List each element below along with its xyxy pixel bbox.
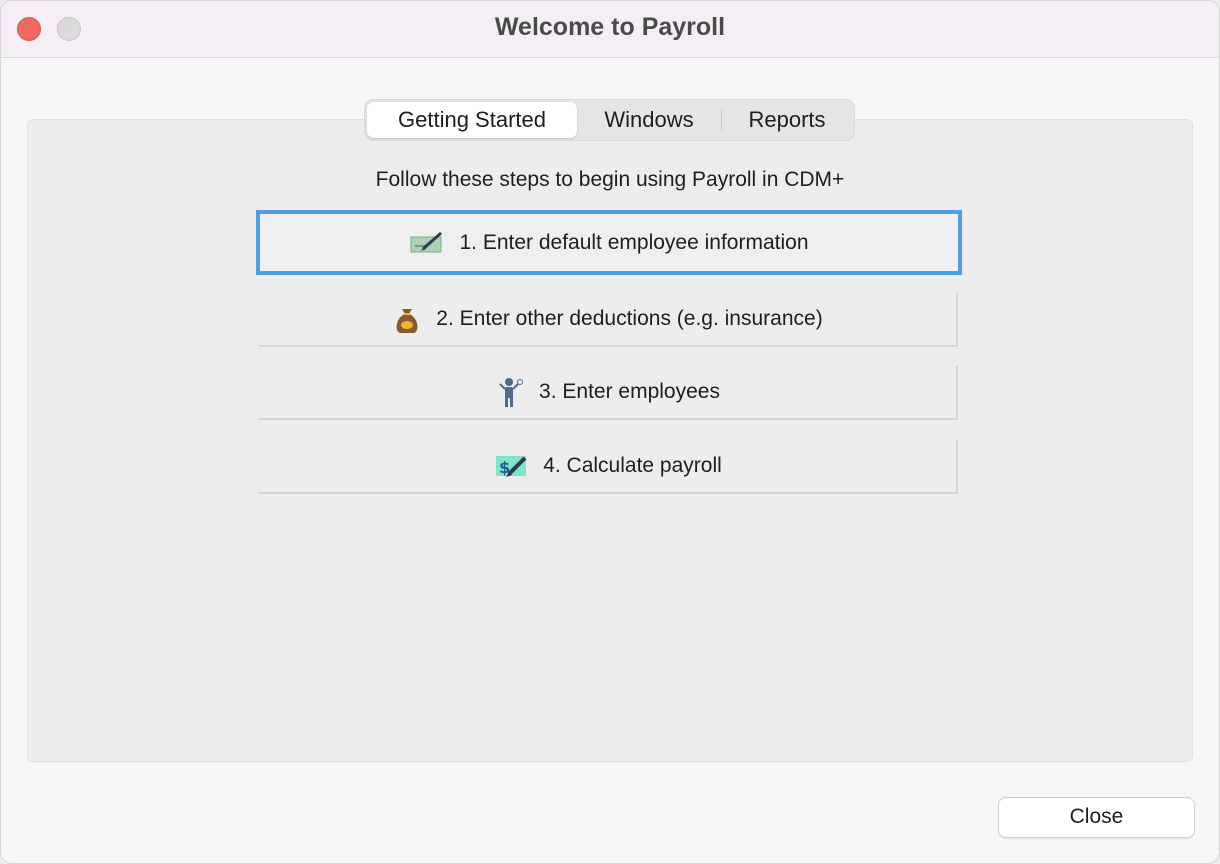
step-3-button[interactable]: 3. Enter employees — [259, 366, 958, 420]
employee-icon — [495, 376, 525, 408]
step-3-label: 3. Enter employees — [539, 380, 720, 403]
step-1-label: 1. Enter default employee information — [459, 230, 809, 254]
tab-bar: Getting Started Windows Reports — [364, 99, 855, 141]
window-title: Welcome to Payroll — [494, 13, 726, 41]
instructions-text: Follow these steps to begin using Payrol… — [375, 168, 845, 191]
step-2-button[interactable]: 2. Enter other deductions (e.g. insuranc… — [259, 293, 958, 347]
step-4-button[interactable]: $ 4. Calculate payroll — [259, 440, 958, 494]
tab-separator — [721, 109, 722, 131]
close-button[interactable]: Close — [998, 797, 1195, 838]
step-1-button[interactable]: 1. Enter default employee information — [256, 210, 962, 275]
tab-reports[interactable]: Reports — [723, 102, 851, 138]
calculate-payroll-icon: $ — [493, 450, 529, 482]
money-bag-icon — [392, 303, 422, 335]
tab-getting-started[interactable]: Getting Started — [367, 102, 577, 138]
step-2-label: 2. Enter other deductions (e.g. insuranc… — [436, 307, 823, 330]
check-pen-icon — [409, 227, 445, 259]
payroll-welcome-window: Welcome to Payroll Getting Started Windo… — [0, 0, 1220, 864]
tab-windows[interactable]: Windows — [579, 102, 719, 138]
step-4-label: 4. Calculate payroll — [543, 454, 722, 477]
title-bar: Welcome to Payroll — [1, 1, 1219, 58]
